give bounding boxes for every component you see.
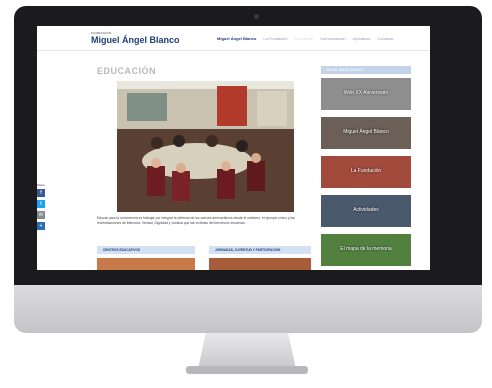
website-screen: FUNDACIÓN Miguel Ángel Blanco Miguel Áng… bbox=[37, 26, 430, 270]
nav-miguel-angel-blanco[interactable]: Miguel Ángel Blanco bbox=[217, 36, 256, 41]
share-label: Share bbox=[37, 183, 46, 187]
nav-la-fundacion[interactable]: La Fundación bbox=[263, 36, 287, 41]
site-header: FUNDACIÓN Miguel Ángel Blanco Miguel Áng… bbox=[37, 26, 430, 51]
monitor-stand bbox=[198, 333, 296, 369]
camera-dot bbox=[254, 14, 259, 19]
email-icon[interactable]: ✉ bbox=[37, 211, 45, 219]
monitor-chin bbox=[14, 285, 482, 333]
twitter-icon[interactable]: t bbox=[37, 200, 45, 208]
hero-photo-classroom bbox=[117, 81, 294, 212]
sidebar-card-miguel-angel-blanco[interactable]: Miguel Ángel Blanco bbox=[321, 117, 411, 149]
facebook-icon[interactable]: f bbox=[37, 189, 45, 197]
sidebar-card-aniversario[interactable]: Web XX Aniversario bbox=[321, 78, 411, 110]
sidebar-card-label: Actividades bbox=[353, 207, 379, 213]
nav-comunicacion[interactable]: Comunicación bbox=[320, 36, 345, 41]
sidebar-card-mapa-memoria[interactable]: El mapa de la memoria bbox=[321, 234, 411, 266]
nav-ayudanos[interactable]: Ayúdanos bbox=[353, 36, 371, 41]
sidebar-card-label: Miguel Ángel Blanco bbox=[343, 129, 389, 135]
main-nav: Miguel Ángel Blanco La Fundación Educaci… bbox=[217, 36, 393, 41]
section-image-2[interactable] bbox=[209, 258, 311, 270]
sidebar-card-la-fundacion[interactable]: La Fundación bbox=[321, 156, 411, 188]
sidebar-card-actividades[interactable]: Actividades bbox=[321, 195, 411, 227]
share-bar: Share f t ✉ + bbox=[37, 183, 47, 233]
nav-educacion[interactable]: Educación bbox=[295, 36, 314, 41]
intro-text: Educar para la convivencia es trabajar p… bbox=[97, 216, 295, 225]
sidebar-title: MIGUEL ÁNGEL BLANCO bbox=[321, 66, 411, 74]
section-centros-educativos[interactable]: CENTROS EDUCATIVOS bbox=[97, 246, 195, 254]
section-image-1[interactable] bbox=[97, 258, 195, 270]
section-jornadas[interactable]: JORNADAS, JUVENTUD Y PARTICIPACIÓN bbox=[209, 246, 311, 254]
nav-contacto[interactable]: Contacto bbox=[377, 36, 393, 41]
sidebar-card-label: Web XX Aniversario bbox=[343, 90, 389, 96]
page-title: EDUCACIÓN bbox=[97, 66, 157, 76]
sidebar-card-label: El mapa de la memoria bbox=[340, 246, 392, 252]
sidebar-card-label: La Fundación bbox=[350, 168, 382, 174]
share-icon[interactable]: + bbox=[37, 222, 45, 230]
monitor-foot bbox=[186, 366, 308, 374]
site-logo[interactable]: Miguel Ángel Blanco bbox=[91, 35, 180, 45]
